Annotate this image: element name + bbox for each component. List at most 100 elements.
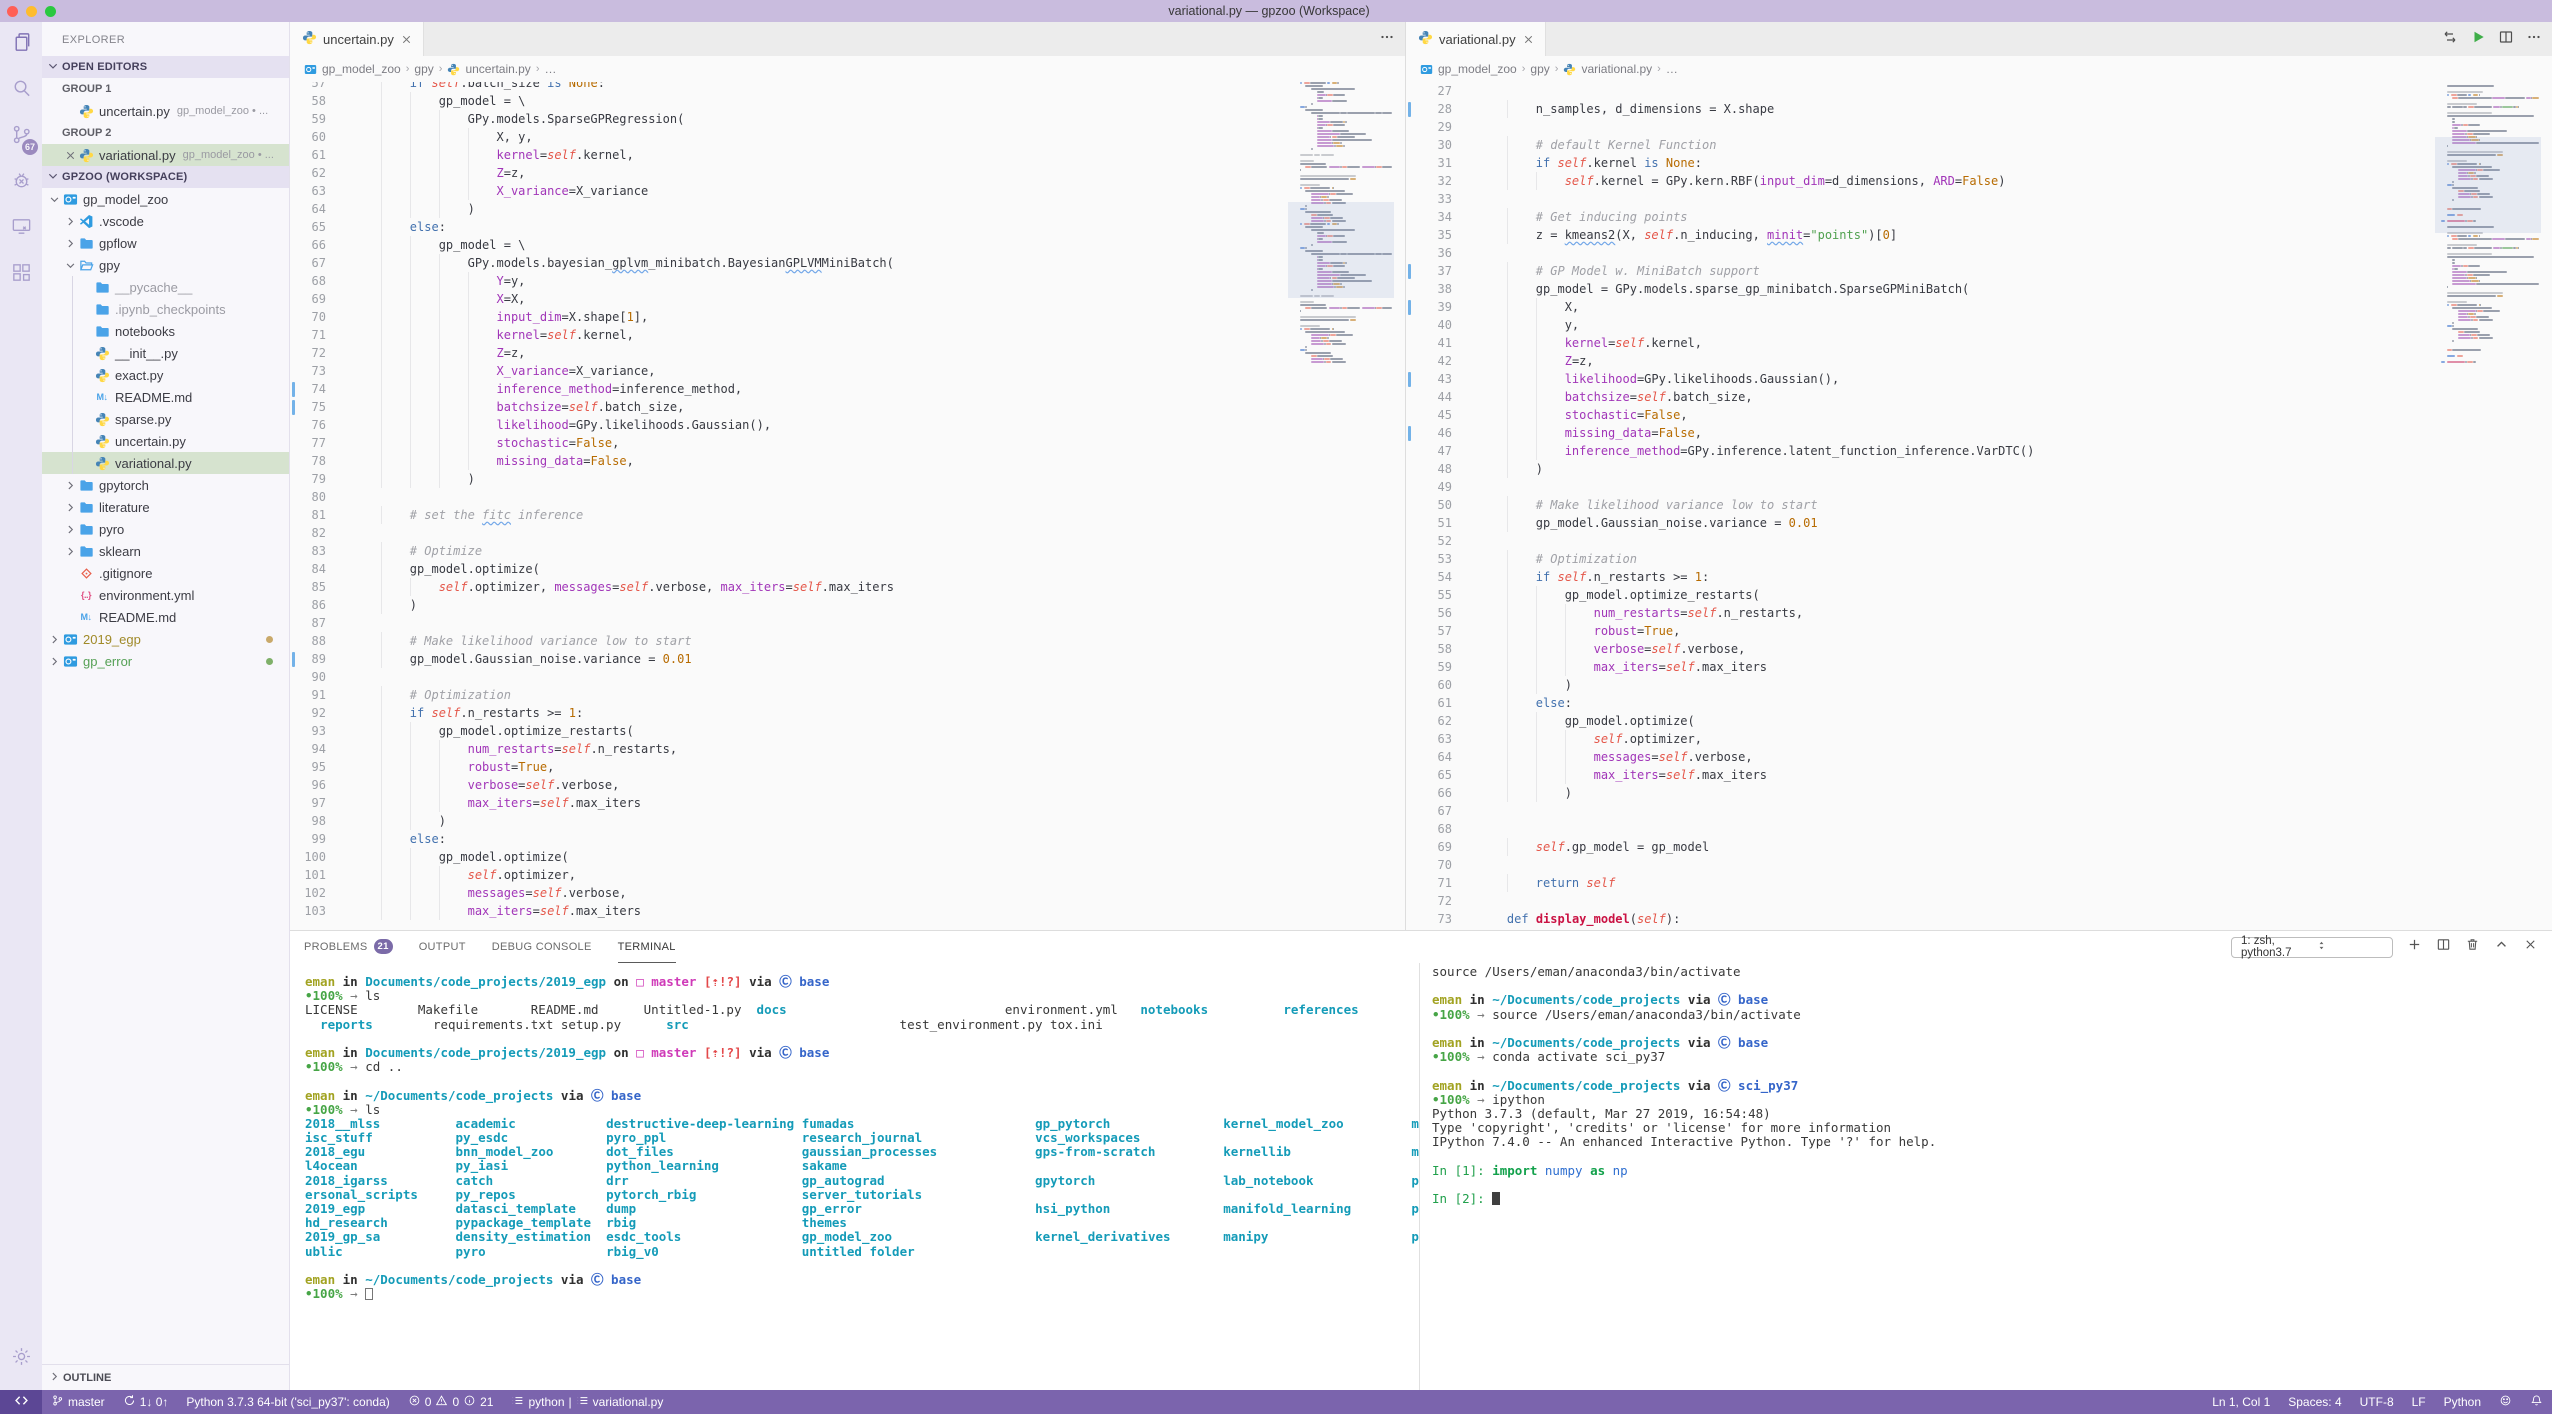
- indent-guide: [439, 164, 440, 182]
- activitybar-extensions[interactable]: [0, 252, 42, 298]
- indent-guide: [1507, 316, 1508, 334]
- statusbar-feedback[interactable]: [2490, 1390, 2521, 1414]
- tree-item-literature[interactable]: literature: [42, 496, 289, 518]
- window-minimize-button[interactable]: [26, 6, 37, 17]
- open-editor-item[interactable]: uncertain.pygp_model_zoo • ...: [42, 100, 289, 122]
- close-icon[interactable]: [1522, 33, 1535, 46]
- minimap-slider[interactable]: [1288, 202, 1394, 298]
- tree-item-sparse.py[interactable]: sparse.py: [42, 408, 289, 430]
- statusbar-linter-status[interactable]: python | variational.py: [502, 1390, 672, 1414]
- open-editor-item[interactable]: variational.pygp_model_zoo • ...: [42, 144, 289, 166]
- terminal-pane-2[interactable]: source /Users/eman/anaconda3/bin/activat…: [1420, 963, 2552, 1390]
- tree-item-gpytorch[interactable]: gpytorch: [42, 474, 289, 496]
- activitybar-search[interactable]: [0, 68, 42, 114]
- activitybar-debug[interactable]: [0, 160, 42, 206]
- tree-item-2019_egp[interactable]: 2019_egp: [42, 628, 289, 650]
- tree-item-__pycache__[interactable]: __pycache__: [42, 276, 289, 298]
- kill-terminal-button[interactable]: [2465, 937, 2480, 957]
- chevron-right-icon: [46, 631, 62, 647]
- tree-item-notebooks[interactable]: notebooks: [42, 320, 289, 342]
- panel-tab-output[interactable]: OUTPUT: [419, 931, 466, 963]
- minimap[interactable]: [1288, 82, 1394, 364]
- tree-item-pyro[interactable]: pyro: [42, 518, 289, 540]
- tree-item-gp_model_zoo[interactable]: gp_model_zoo: [42, 188, 289, 210]
- minimap-slider[interactable]: [2435, 137, 2541, 233]
- activity-bar: 67: [0, 22, 42, 1390]
- code-line: 61 kernel=self.kernel,: [290, 146, 1405, 164]
- editor-content[interactable]: 2728 n_samples, d_dimensions = X.shape29…: [1406, 82, 2552, 930]
- statusbar-notifications[interactable]: [2521, 1390, 2552, 1414]
- tree-item-gp_error[interactable]: gp_error: [42, 650, 289, 672]
- line-number: 36: [1406, 244, 1478, 262]
- more-icon[interactable]: [2526, 29, 2542, 50]
- tree-item-README.md[interactable]: M↓README.md: [42, 386, 289, 408]
- close-icon[interactable]: [400, 33, 413, 46]
- window-close-button[interactable]: [7, 6, 18, 17]
- tree-item-environment.yml[interactable]: {..}environment.yml: [42, 584, 289, 606]
- minimap[interactable]: [2435, 82, 2541, 364]
- terminal-pane-1[interactable]: eman in Documents/code_projects/2019_egp…: [290, 963, 1420, 1390]
- tree-item-.ipynb_checkpoints[interactable]: .ipynb_checkpoints: [42, 298, 289, 320]
- breadcrumb-item[interactable]: …: [1666, 62, 1678, 76]
- breadcrumb-item[interactable]: gpy: [414, 62, 433, 76]
- statusbar-problems-summary[interactable]: 0021: [399, 1390, 503, 1414]
- statusbar-indentation[interactable]: Spaces: 4: [2279, 1390, 2350, 1414]
- tree-item-sklearn[interactable]: sklearn: [42, 540, 289, 562]
- arrow-spacer: [62, 565, 78, 581]
- code-line: 89 gp_model.Gaussian_noise.variance = 0.…: [290, 650, 1405, 668]
- activitybar-remote[interactable]: [0, 206, 42, 252]
- indent-guide: [381, 272, 382, 290]
- statusbar-python-interpreter[interactable]: Python 3.7.3 64-bit ('sci_py37': conda): [177, 1390, 398, 1414]
- open-editors-header[interactable]: OPEN EDITORS: [42, 56, 289, 78]
- panel-tab-problems[interactable]: PROBLEMS21: [304, 931, 393, 963]
- tree-item-.gitignore[interactable]: .gitignore: [42, 562, 289, 584]
- breadcrumb-item[interactable]: …: [544, 62, 556, 76]
- maximize-panel-button[interactable]: [2494, 937, 2509, 957]
- breadcrumb-item[interactable]: gp_model_zoo: [322, 62, 401, 76]
- window-zoom-button[interactable]: [45, 6, 56, 17]
- tree-item-variational.py[interactable]: variational.py: [42, 452, 289, 474]
- outline-section[interactable]: OUTLINE: [42, 1364, 289, 1390]
- diff-icon[interactable]: [2442, 29, 2458, 50]
- activitybar-explorer[interactable]: [0, 22, 42, 68]
- tree-item-uncertain.py[interactable]: uncertain.py: [42, 430, 289, 452]
- close-icon[interactable]: [62, 147, 78, 163]
- workspace-header[interactable]: GPZOO (WORKSPACE): [42, 166, 289, 188]
- activitybar-settings[interactable]: [0, 1336, 42, 1382]
- play-icon[interactable]: [2470, 29, 2486, 50]
- activitybar-source-control[interactable]: 67: [0, 114, 42, 160]
- panel-tab-terminal[interactable]: TERMINAL: [618, 931, 676, 963]
- tree-item-gpy[interactable]: gpy: [42, 254, 289, 276]
- statusbar-git-branch[interactable]: master: [42, 1390, 114, 1414]
- tree-item-__init__.py[interactable]: __init__.py: [42, 342, 289, 364]
- breadcrumb-item[interactable]: uncertain.py: [465, 62, 530, 76]
- panel-tab-debug-console[interactable]: DEBUG CONSOLE: [492, 931, 592, 963]
- close-panel-button[interactable]: [2523, 937, 2538, 957]
- statusbar-encoding[interactable]: UTF-8: [2351, 1390, 2403, 1414]
- tree-item-.vscode[interactable]: .vscode: [42, 210, 289, 232]
- tree-item-exact.py[interactable]: exact.py: [42, 364, 289, 386]
- window-controls[interactable]: [7, 6, 56, 17]
- statusbar-language-mode[interactable]: Python: [2435, 1390, 2490, 1414]
- breadcrumb-item[interactable]: gpy: [1530, 62, 1549, 76]
- code-line: 30 # default Kernel Function: [1406, 136, 2552, 154]
- breadcrumb[interactable]: gp_model_zoo›gpy›uncertain.py›…: [290, 56, 1405, 82]
- terminal-picker-dropdown[interactable]: 1: zsh, python3.7: [2231, 937, 2393, 958]
- statusbar-cursor-position[interactable]: Ln 1, Col 1: [2203, 1390, 2279, 1414]
- tab-variational.py[interactable]: variational.py: [1406, 22, 1546, 56]
- tab-uncertain.py[interactable]: uncertain.py: [290, 22, 424, 56]
- statusbar-eol[interactable]: LF: [2403, 1390, 2435, 1414]
- breadcrumb-item[interactable]: variational.py: [1581, 62, 1652, 76]
- tree-item-gpflow[interactable]: gpflow: [42, 232, 289, 254]
- breadcrumb[interactable]: gp_model_zoo›gpy›variational.py›…: [1406, 56, 2552, 82]
- statusbar-git-sync[interactable]: 1↓ 0↑: [114, 1390, 178, 1414]
- tree-item-README.md[interactable]: M↓README.md: [42, 606, 289, 628]
- split-terminal-button[interactable]: [2436, 937, 2451, 957]
- editor-content[interactable]: 57 if self.batch_size is None:58 gp_mode…: [290, 82, 1405, 930]
- code-line: 38 gp_model = GPy.models.sparse_gp_minib…: [1406, 280, 2552, 298]
- breadcrumb-item[interactable]: gp_model_zoo: [1438, 62, 1517, 76]
- statusbar-remote-indicator[interactable]: [0, 1390, 42, 1414]
- new-terminal-button[interactable]: [2407, 937, 2422, 957]
- more-icon[interactable]: [1379, 29, 1395, 50]
- split-icon[interactable]: [2498, 29, 2514, 50]
